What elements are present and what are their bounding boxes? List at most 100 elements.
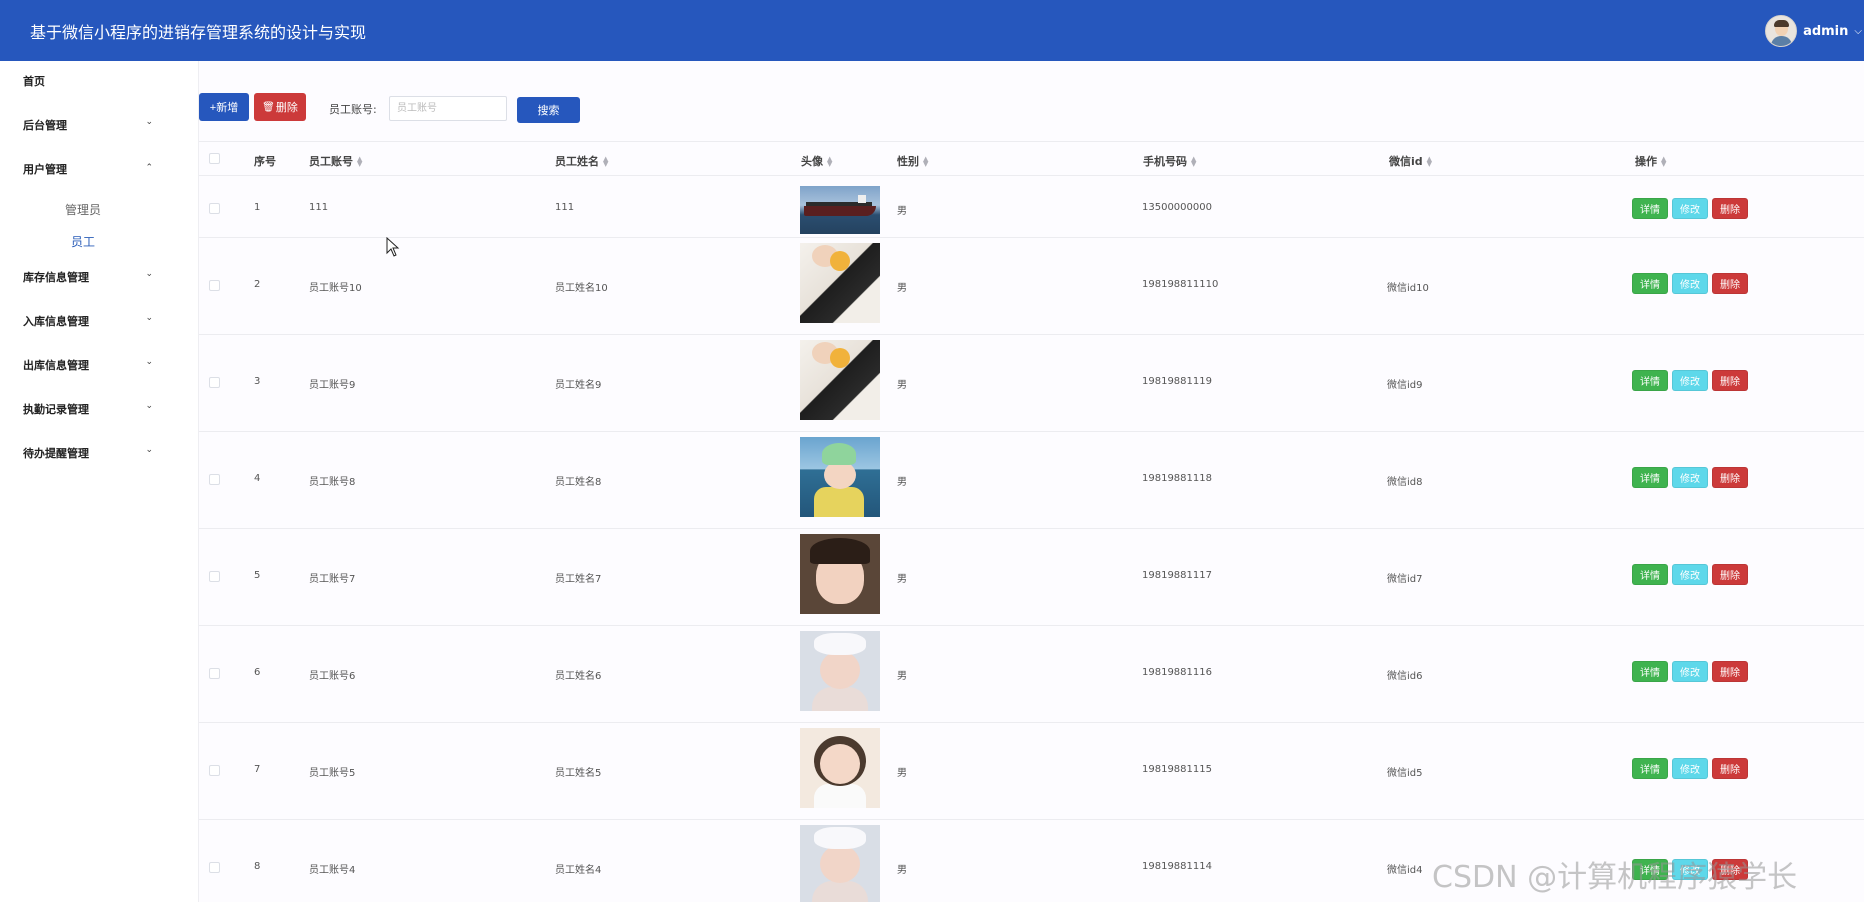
detail-button[interactable]: 详情 bbox=[1632, 467, 1668, 488]
cell-index: 5 bbox=[254, 570, 261, 581]
cell-wechat: 微信id10 bbox=[1387, 283, 1429, 294]
col-header-wechat[interactable]: 微信id ▲ ▼ bbox=[1389, 153, 1432, 169]
col-header-gender[interactable]: 性别 ▲ ▼ bbox=[897, 153, 928, 169]
col-header-phone[interactable]: 手机号码 ▲ ▼ bbox=[1143, 153, 1196, 169]
avatar-photo[interactable] bbox=[800, 437, 880, 517]
sort-icon[interactable]: ▲ ▼ bbox=[923, 156, 928, 168]
cell-account: 员工账号7 bbox=[309, 574, 356, 585]
edit-button[interactable]: 修改 bbox=[1672, 273, 1708, 294]
edit-button[interactable]: 修改 bbox=[1672, 758, 1708, 779]
avatar-photo[interactable] bbox=[800, 631, 880, 711]
select-all-checkbox[interactable] bbox=[209, 153, 220, 164]
sidebar-item-label: 库存信息管理 bbox=[23, 271, 89, 284]
cell-phone: 13500000000 bbox=[1142, 202, 1212, 213]
sidebar-item-inventory[interactable]: 库存信息管理 ⌄ bbox=[23, 269, 153, 285]
sort-icon[interactable]: ▲ ▼ bbox=[1661, 156, 1666, 168]
table-row[interactable]: 6 员工账号6 员工姓名6 男 19819881116 微信id6 详情 修改 … bbox=[199, 626, 1864, 723]
sidebar-item-label: 出库信息管理 bbox=[23, 359, 89, 372]
row-checkbox[interactable] bbox=[209, 668, 220, 679]
avatar[interactable] bbox=[1765, 15, 1798, 47]
detail-button[interactable]: 详情 bbox=[1632, 370, 1668, 391]
row-checkbox[interactable] bbox=[209, 571, 220, 582]
edit-button[interactable]: 修改 bbox=[1672, 467, 1708, 488]
avatar-photo[interactable] bbox=[800, 243, 880, 323]
edit-button[interactable]: 修改 bbox=[1672, 661, 1708, 682]
col-header-photo[interactable]: 头像 ▲ ▼ bbox=[801, 153, 832, 169]
sidebar-subitem-staff[interactable]: 员工 bbox=[71, 233, 95, 250]
sidebar-subitem-admin[interactable]: 管理员 bbox=[65, 201, 101, 218]
col-header-label: 员工账号 bbox=[309, 155, 353, 168]
trash-icon: 🗑 bbox=[262, 101, 275, 113]
delete-button[interactable]: 删除 bbox=[1712, 273, 1748, 294]
delete-button[interactable]: 删除 bbox=[1712, 198, 1748, 219]
col-header-account[interactable]: 员工账号 ▲ ▼ bbox=[309, 153, 362, 169]
cell-wechat: 微信id9 bbox=[1387, 380, 1423, 391]
avatar-photo-ship[interactable] bbox=[800, 186, 880, 234]
search-button[interactable]: 搜索 bbox=[517, 97, 580, 123]
cell-gender: 男 bbox=[897, 477, 907, 488]
avatar-photo[interactable] bbox=[800, 825, 880, 902]
detail-button[interactable]: 详情 bbox=[1632, 758, 1668, 779]
table-row[interactable]: 3 员工账号9 员工姓名9 男 19819881119 微信id9 详情 修改 … bbox=[199, 335, 1864, 432]
avatar-photo[interactable] bbox=[800, 728, 880, 808]
user-menu[interactable]: admin ⌵ bbox=[1765, 14, 1864, 48]
table-row[interactable]: 1 111 111 男 13500000000 详情 修改 删除 bbox=[199, 177, 1864, 238]
search-input[interactable] bbox=[389, 96, 507, 121]
delete-button[interactable]: 删除 bbox=[1712, 370, 1748, 391]
sidebar-item-stock-out[interactable]: 出库信息管理 ⌄ bbox=[23, 357, 153, 373]
chevron-down-icon[interactable]: ⌵ bbox=[1854, 26, 1862, 37]
chevron-down-icon: ⌄ bbox=[145, 269, 153, 279]
main-content: +新增 🗑删除 员工账号: 搜索 序号 员工账号▲▼ 员工姓名▲▼ 头像▲▼ 性… bbox=[198, 61, 1864, 902]
sort-icon[interactable]: ▲ ▼ bbox=[1427, 156, 1432, 168]
sidebar-item-stock-in[interactable]: 入库信息管理 ⌄ bbox=[23, 313, 153, 329]
col-header-name[interactable]: 员工姓名 ▲ ▼ bbox=[555, 153, 608, 169]
row-checkbox[interactable] bbox=[209, 765, 220, 776]
table-row[interactable]: 2 员工账号10 员工姓名10 男 198198811110 微信id10 详情… bbox=[199, 238, 1864, 335]
sidebar: 首页 后台管理 ⌄ 用户管理 ⌃ 管理员 员工 库存信息管理 ⌄ 入库信息管理 … bbox=[0, 61, 198, 902]
avatar-photo[interactable] bbox=[800, 340, 880, 420]
col-header-label: 微信id bbox=[1389, 155, 1423, 168]
sidebar-item-label: 后台管理 bbox=[23, 119, 67, 132]
edit-button[interactable]: 修改 bbox=[1672, 370, 1708, 391]
delete-button[interactable]: 删除 bbox=[1712, 758, 1748, 779]
detail-button[interactable]: 详情 bbox=[1632, 198, 1668, 219]
avatar-photo[interactable] bbox=[800, 534, 880, 614]
table-row[interactable]: 4 员工账号8 员工姓名8 男 19819881118 微信id8 详情 修改 … bbox=[199, 432, 1864, 529]
delete-button[interactable]: 删除 bbox=[1712, 564, 1748, 585]
username[interactable]: admin bbox=[1803, 24, 1848, 39]
detail-button[interactable]: 详情 bbox=[1632, 564, 1668, 585]
cell-wechat: 微信id8 bbox=[1387, 477, 1423, 488]
cell-name: 员工姓名5 bbox=[555, 768, 602, 779]
cell-gender: 男 bbox=[897, 574, 907, 585]
row-checkbox[interactable] bbox=[209, 862, 220, 873]
cell-name: 111 bbox=[555, 202, 575, 213]
bulk-delete-button[interactable]: 🗑 删除 bbox=[254, 93, 306, 121]
row-checkbox[interactable] bbox=[209, 474, 220, 485]
sidebar-item-users[interactable]: 用户管理 ⌃ bbox=[23, 161, 153, 177]
row-checkbox[interactable] bbox=[209, 203, 220, 214]
row-checkbox[interactable] bbox=[209, 280, 220, 291]
sort-icon[interactable]: ▲ ▼ bbox=[603, 156, 608, 168]
table-row[interactable]: 7 员工账号5 员工姓名5 男 19819881115 微信id5 详情 修改 … bbox=[199, 723, 1864, 820]
sidebar-item-home[interactable]: 首页 bbox=[23, 73, 153, 89]
watermark: CSDN @计算机程序猿学长 bbox=[1432, 860, 1798, 895]
row-checkbox[interactable] bbox=[209, 377, 220, 388]
add-button[interactable]: +新增 bbox=[199, 93, 249, 121]
cell-phone: 19819881114 bbox=[1142, 861, 1212, 872]
sort-icon[interactable]: ▲ ▼ bbox=[827, 156, 832, 168]
col-header-actions[interactable]: 操作 ▲ ▼ bbox=[1635, 153, 1666, 169]
edit-button[interactable]: 修改 bbox=[1672, 198, 1708, 219]
detail-button[interactable]: 详情 bbox=[1632, 661, 1668, 682]
edit-button[interactable]: 修改 bbox=[1672, 564, 1708, 585]
sort-icon[interactable]: ▲ ▼ bbox=[1191, 156, 1196, 168]
table-row[interactable]: 5 员工账号7 员工姓名7 男 19819881117 微信id7 详情 修改 … bbox=[199, 529, 1864, 626]
detail-button[interactable]: 详情 bbox=[1632, 273, 1668, 294]
delete-button[interactable]: 删除 bbox=[1712, 661, 1748, 682]
sidebar-item-duty[interactable]: 执勤记录管理 ⌄ bbox=[23, 401, 153, 417]
sort-icon[interactable]: ▲ ▼ bbox=[357, 156, 362, 168]
sidebar-item-backend[interactable]: 后台管理 ⌄ bbox=[23, 117, 153, 133]
sidebar-item-todo[interactable]: 待办提醒管理 ⌄ bbox=[23, 445, 153, 461]
delete-button[interactable]: 删除 bbox=[1712, 467, 1748, 488]
cell-name: 员工姓名4 bbox=[555, 865, 602, 876]
chevron-down-icon: ⌄ bbox=[145, 313, 153, 323]
